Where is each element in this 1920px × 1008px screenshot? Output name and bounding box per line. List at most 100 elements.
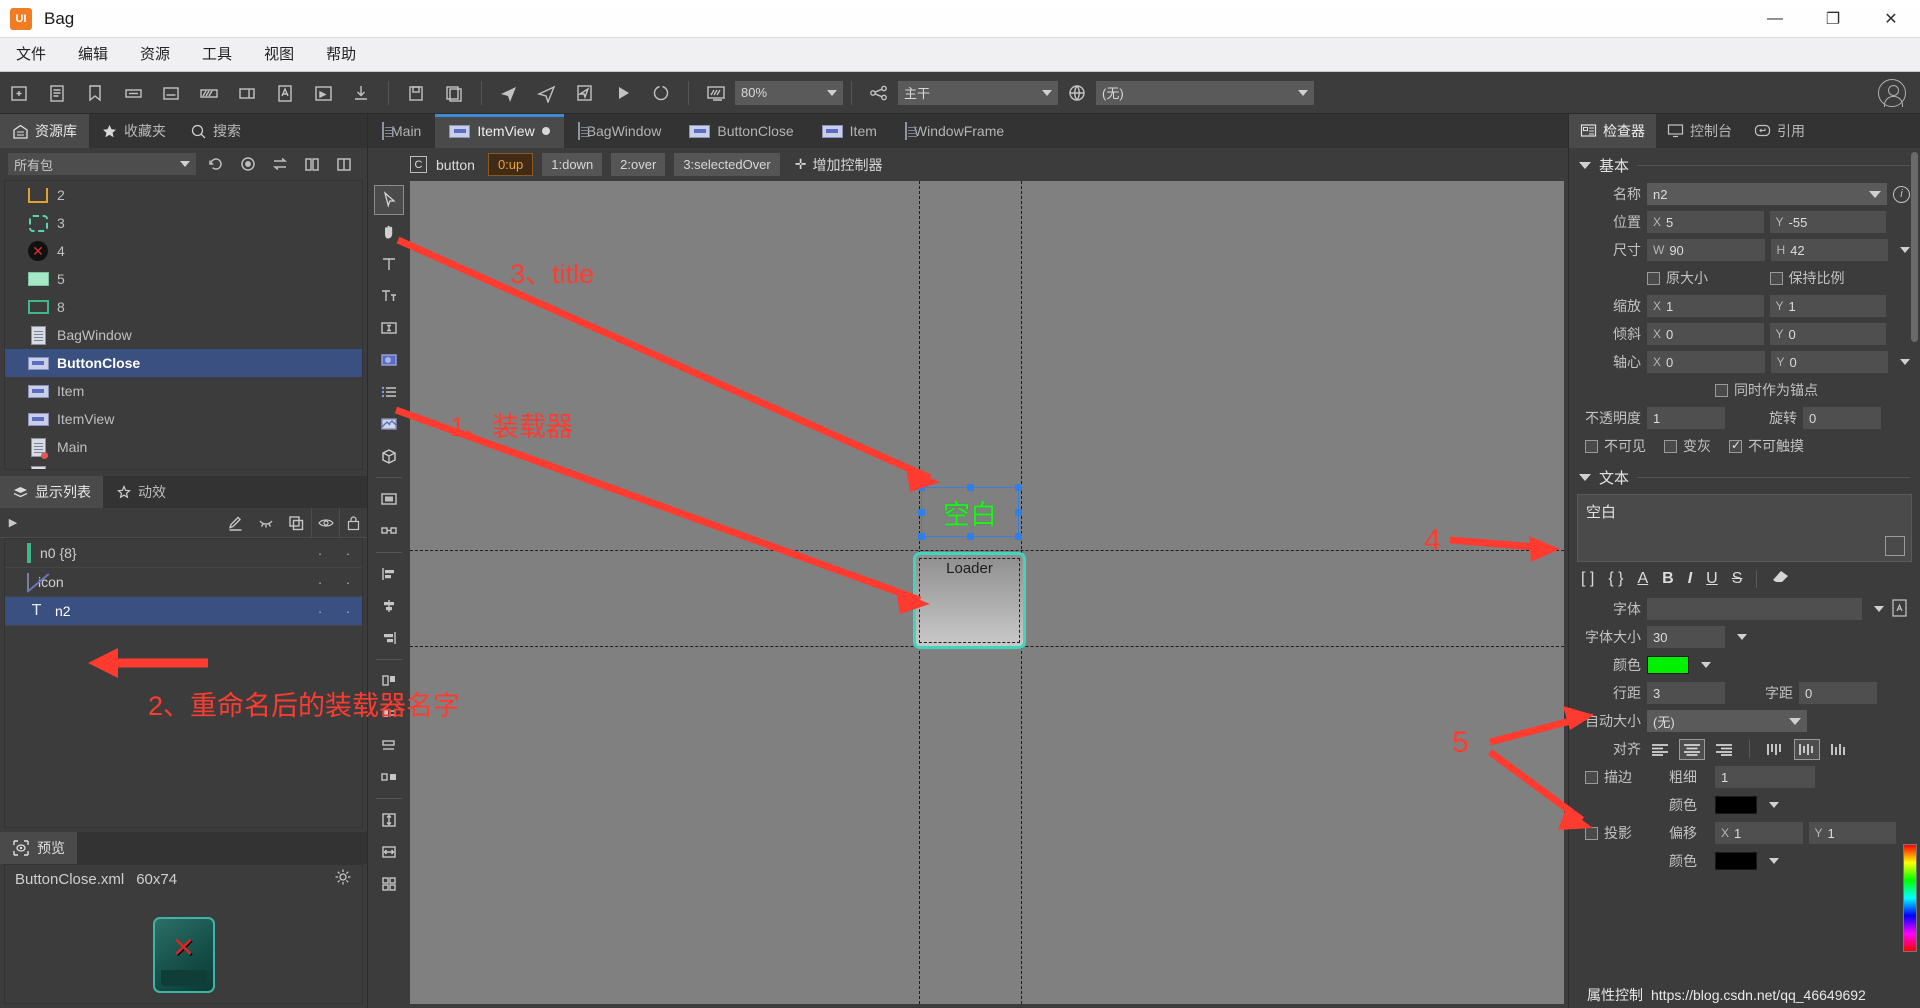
align-center-icon[interactable] [374, 591, 404, 621]
keep-ratio-checkbox[interactable]: 保持比例 [1769, 268, 1887, 288]
resize-handle-bl[interactable] [918, 533, 925, 540]
letter-spacing-input[interactable]: 0 [1799, 682, 1877, 704]
duplicate-icon[interactable] [281, 514, 311, 532]
text-icon[interactable] [374, 249, 404, 279]
hide-icon[interactable] [251, 514, 281, 532]
display-list-row-n0[interactable]: n0 {8} · · [5, 539, 362, 568]
tree-item-bagwindow[interactable]: BagWindow [5, 321, 362, 349]
position-y-input[interactable]: Y -55 [1769, 211, 1886, 233]
tree-item-buttonclose[interactable]: ButtonClose [5, 349, 362, 377]
chevron-down-icon[interactable] [1737, 634, 1747, 640]
bookmark-icon[interactable] [78, 78, 112, 108]
chevron-down-icon[interactable] [1874, 606, 1884, 612]
original-size-checkbox[interactable]: 原大小 [1647, 268, 1764, 288]
autosize-select[interactable]: (无) [1647, 710, 1807, 732]
loader-element[interactable]: Loader [913, 552, 1026, 649]
align-right-icon[interactable] [374, 623, 404, 653]
doc-tab-itemview[interactable]: ItemView [435, 114, 565, 148]
menu-file[interactable]: 文件 [0, 38, 62, 72]
menu-help[interactable]: 帮助 [310, 38, 372, 72]
display-list-lock-cell[interactable]: · [334, 546, 362, 561]
shadow-checkbox[interactable]: 投影 [1585, 823, 1663, 843]
align-bottom-icon[interactable] [374, 730, 404, 760]
name-select[interactable]: n2 [1647, 183, 1887, 205]
close-button[interactable]: ✕ [1862, 0, 1920, 38]
size-w-input[interactable]: W 90 [1647, 239, 1765, 261]
display-list-lock-cell[interactable]: · [334, 575, 362, 590]
skew-x-input[interactable]: X 0 [1647, 323, 1764, 345]
tab-library[interactable]: 资源库 [0, 114, 89, 148]
strikethrough-button[interactable]: S [1732, 570, 1743, 588]
tab-display-list[interactable]: 显示列表 [0, 476, 103, 508]
bold-button[interactable]: B [1662, 570, 1674, 588]
tree-item-itemview[interactable]: ItemView [5, 405, 362, 433]
pointer-icon[interactable] [374, 185, 404, 215]
progress-icon[interactable] [192, 78, 226, 108]
publish-all-icon[interactable] [530, 78, 564, 108]
locale-select[interactable]: (无) [1096, 80, 1314, 105]
leading-input[interactable]: 3 [1647, 682, 1725, 704]
opacity-input[interactable]: 1 [1647, 407, 1725, 429]
shadow-y-input[interactable]: Y 1 [1808, 822, 1896, 844]
doc-tab-main[interactable]: Main [368, 114, 436, 148]
split-view-icon[interactable] [300, 153, 324, 175]
size-h-input[interactable]: H 42 [1770, 239, 1888, 261]
valign-top-icon[interactable] [1762, 739, 1788, 760]
font-color-button[interactable]: A [1637, 570, 1648, 588]
info-icon[interactable]: i [1893, 185, 1910, 203]
tab-animation[interactable]: 动效 [103, 476, 178, 508]
maximize-button[interactable]: ❐ [1804, 0, 1862, 38]
align-left-icon[interactable] [374, 559, 404, 589]
chevron-down-icon[interactable] [1701, 662, 1711, 668]
chevron-down-icon[interactable] [1769, 802, 1779, 808]
save-all-icon[interactable] [437, 78, 471, 108]
stroke-width-input[interactable]: 1 [1715, 766, 1815, 788]
tree-item-3[interactable]: 3 [5, 209, 362, 237]
rich-text-icon[interactable] [374, 281, 404, 311]
globe-icon[interactable] [1060, 78, 1094, 108]
doc-tab-buttonclose[interactable]: ButtonClose [675, 114, 808, 148]
resource-tree[interactable]: 2 3 ✕ 4 5 8 BagWindow ButtonClose Item I… [4, 180, 363, 470]
screen-icon[interactable] [699, 78, 733, 108]
align-left-icon[interactable] [1647, 739, 1673, 760]
edit-icon[interactable] [1885, 536, 1905, 556]
resize-handle-tr[interactable] [1015, 484, 1022, 491]
publish-icon[interactable] [492, 78, 526, 108]
controller-state-over[interactable]: 2:over [611, 153, 666, 176]
brackets-curly-button[interactable]: { } [1608, 570, 1623, 588]
anchor-checkbox[interactable]: 同时作为锚点 [1647, 380, 1886, 400]
tab-search[interactable]: 搜索 [178, 114, 253, 148]
loader-icon[interactable] [374, 409, 404, 439]
selected-text-element[interactable]: 空白 [918, 484, 1022, 540]
expand-triangle-icon[interactable]: ▶ [0, 516, 26, 529]
size-more-chevron-icon[interactable] [1900, 247, 1910, 253]
pivot-y-input[interactable]: Y 0 [1770, 351, 1888, 373]
color-spectrum-strip[interactable] [1903, 844, 1917, 952]
tab-favorites[interactable]: 收藏夹 [89, 114, 178, 148]
same-height-icon[interactable] [374, 805, 404, 835]
input-text-icon[interactable] [374, 313, 404, 343]
resize-handle-mr[interactable] [1015, 509, 1022, 516]
tile-icon[interactable] [374, 869, 404, 899]
sort-icon[interactable] [268, 153, 292, 175]
doc-tab-windowframe[interactable]: WindowFrame [890, 114, 1019, 148]
font-color-swatch[interactable] [1647, 656, 1689, 674]
tree-item-2[interactable]: 2 [5, 181, 362, 209]
group-icon[interactable] [374, 484, 404, 514]
tab-preview[interactable]: 预览 [0, 832, 77, 864]
tree-item-windowframe[interactable]: WindowFrame [5, 461, 362, 469]
avatar[interactable] [1878, 78, 1906, 107]
font-size-input[interactable]: 30 [1647, 626, 1725, 648]
valign-bottom-icon[interactable] [1826, 739, 1852, 760]
brackets-square-button[interactable]: [ ] [1581, 570, 1594, 588]
rotation-input[interactable]: 0 [1803, 407, 1881, 429]
relation-icon[interactable] [374, 516, 404, 546]
tab-console[interactable]: 控制台 [1656, 114, 1743, 148]
tree-item-8[interactable]: 8 [5, 293, 362, 321]
gear-icon[interactable] [334, 868, 352, 890]
stroke-checkbox[interactable]: 描边 [1585, 767, 1663, 787]
branch-select[interactable]: 主干 [898, 80, 1058, 105]
align-center-icon[interactable] [1679, 738, 1705, 760]
lock-column-header[interactable] [339, 507, 367, 538]
display-list-eye-cell[interactable]: · [306, 546, 334, 561]
